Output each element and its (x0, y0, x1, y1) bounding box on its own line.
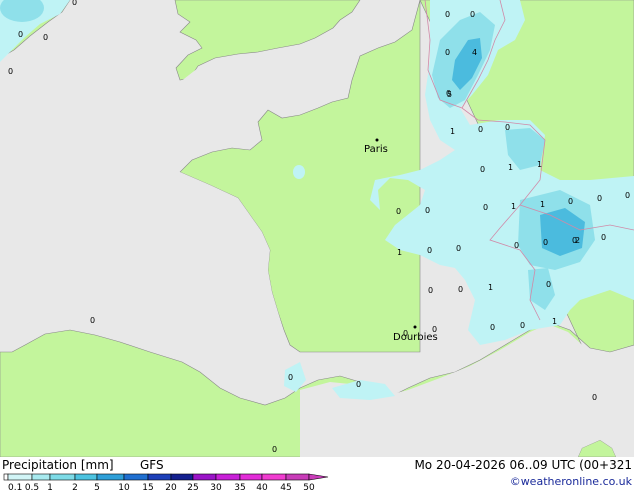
legend-tick-label: 30 (210, 483, 222, 490)
legend-tick-label: 40 (256, 483, 268, 490)
city-dot-dourbies (413, 325, 417, 329)
value-label: 0 (90, 316, 95, 325)
legend-color-box (285, 473, 310, 481)
value-label: 0 (505, 123, 510, 132)
legend-tick-label: 15 (142, 483, 153, 490)
legend-color-box (31, 473, 51, 481)
value-label: 0 (597, 194, 602, 203)
legend-color-box (147, 473, 172, 481)
value-label: 1 (450, 127, 455, 136)
map-title: Precipitation [mm] (2, 458, 114, 472)
value-label: 1 (540, 200, 545, 209)
legend-color-box (7, 473, 33, 481)
value-label: 0 (543, 238, 548, 247)
value-label: 2 (575, 236, 580, 245)
value-label: 1 (508, 163, 513, 172)
value-label: 0 (427, 246, 432, 255)
legend-color-box (96, 473, 125, 481)
value-label: 1 (488, 283, 493, 292)
model-name: GFS (140, 458, 164, 472)
value-label: 0 (72, 0, 77, 7)
precipitation-map: 0 0 0 0 0 0 0 4 0 5 1 0 0 0 1 1 0 0 0 1 … (0, 0, 634, 457)
forecast-datetime: Mo 20-04-2026 06..09 UTC (00+321 (414, 458, 632, 472)
legend-color-box (123, 473, 149, 481)
value-label: 0 (546, 280, 551, 289)
value-label: 0 (396, 207, 401, 216)
legend-tick-label: 2 (72, 483, 78, 490)
legend-color-box (3, 473, 9, 481)
value-label: 0 (601, 233, 606, 242)
footer-bar: 0.1 0.5 1 2 5 10 15 20 25 30 35 40 45 50 Precipitatio… (0, 457, 634, 490)
legend-tick-label: 20 (165, 483, 177, 490)
legend-color-box (49, 473, 76, 481)
value-label: 5 (447, 90, 452, 99)
legend-tick-label: 45 (280, 483, 291, 490)
legend-arrow (308, 473, 329, 481)
city-dot-paris (375, 138, 379, 142)
value-label: 4 (472, 48, 477, 57)
legend-tick-label: 5 (94, 483, 100, 490)
legend-tick-label: 35 (234, 483, 245, 490)
value-label: 0 (520, 321, 525, 330)
legend-color-box (74, 473, 98, 481)
legend-color-box (170, 473, 194, 481)
value-label: 0 (470, 10, 475, 19)
value-label: 0 (483, 203, 488, 212)
value-label: 0 (514, 241, 519, 250)
value-label: 0 (490, 323, 495, 332)
legend-tick-label: 10 (118, 483, 130, 490)
legend-color-box (192, 473, 217, 481)
legend-color-box (239, 473, 263, 481)
value-label: 0 (272, 445, 277, 454)
legend-tick-label: 25 (187, 483, 198, 490)
value-label: 0 (480, 165, 485, 174)
value-label: 0 (458, 285, 463, 294)
legend-tick-label: 0.1 (8, 483, 22, 490)
value-label: 0 (445, 48, 450, 57)
value-label: 0 (18, 30, 23, 39)
city-label-dourbies: Dourbies (393, 332, 438, 343)
value-label: 0 (625, 191, 630, 200)
value-label: 0 (425, 206, 430, 215)
value-label: 0 (8, 67, 13, 76)
legend-color-box (215, 473, 241, 481)
legend-tick-label: 0.5 (25, 483, 39, 490)
value-label: 0 (592, 393, 597, 402)
value-label: 0 (568, 197, 573, 206)
value-label: 0 (288, 373, 293, 382)
value-label: 1 (552, 317, 557, 326)
value-label: 0 (356, 380, 361, 389)
value-label: 0 (428, 286, 433, 295)
value-label: 0 (445, 10, 450, 19)
value-label: 1 (537, 160, 542, 169)
value-label: 0 (43, 33, 48, 42)
legend-color-box (261, 473, 287, 481)
credit-link[interactable]: ©weatheronline.co.uk (510, 475, 632, 488)
value-label: 1 (397, 248, 402, 257)
legend-tick-label: 50 (303, 483, 315, 490)
value-label: 0 (456, 244, 461, 253)
value-label: 0 (478, 125, 483, 134)
value-label: 1 (511, 202, 516, 211)
legend-tick-label: 1 (47, 483, 53, 490)
city-label-paris: Paris (364, 144, 388, 155)
